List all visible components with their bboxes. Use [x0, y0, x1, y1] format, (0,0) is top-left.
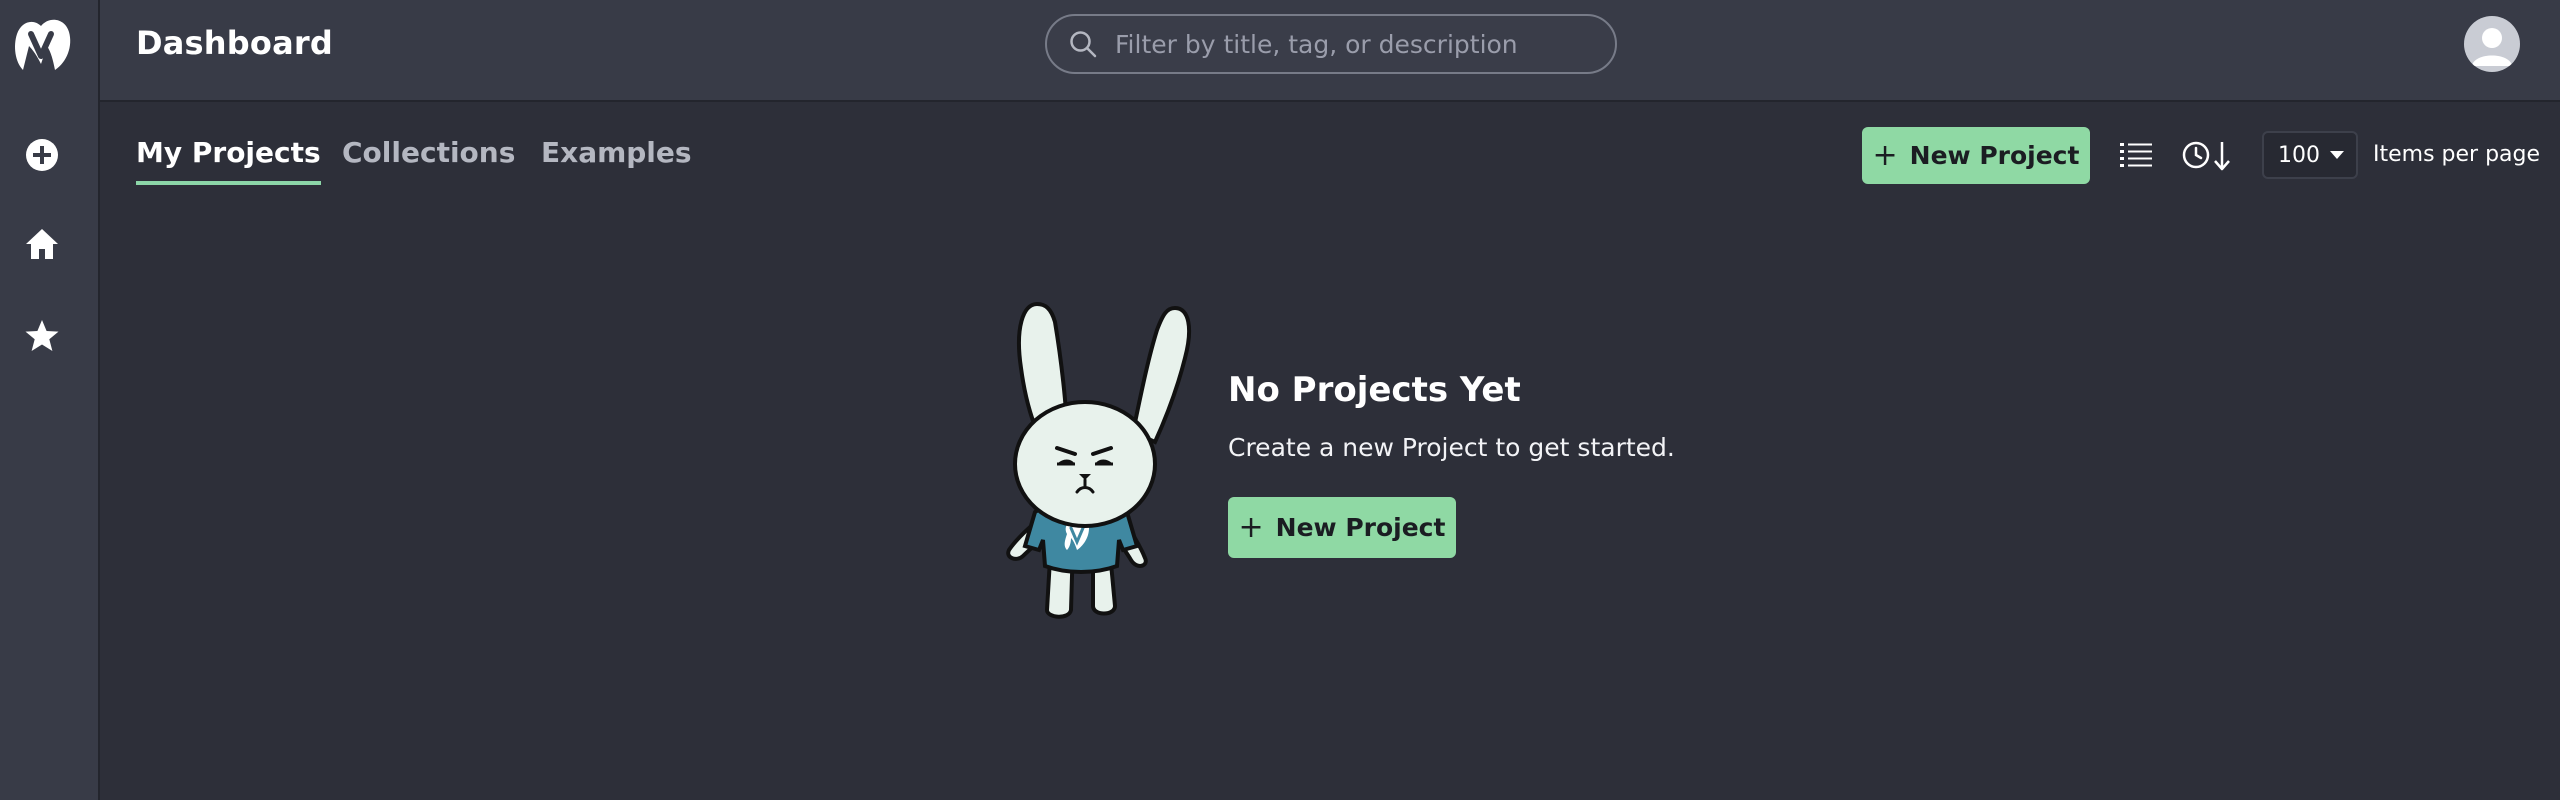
plus-icon: + [1238, 510, 1264, 545]
new-project-button[interactable]: + New Project [1862, 127, 2090, 184]
sidebar-item-favorites[interactable] [20, 314, 64, 358]
add-circle-icon [26, 139, 58, 171]
search-icon [1070, 31, 1097, 58]
sidebar-item-new[interactable] [20, 133, 64, 177]
star-icon [25, 320, 59, 351]
new-project-button-label: New Project [1909, 141, 2080, 170]
search-input[interactable] [1113, 28, 1595, 60]
list-view-button[interactable] [2116, 137, 2156, 173]
home-icon [26, 229, 58, 259]
top-header: Dashboard [100, 0, 2560, 102]
user-avatar[interactable] [2464, 16, 2520, 72]
sidebar-item-home[interactable] [20, 222, 64, 266]
items-per-page-select[interactable]: 100 [2262, 131, 2358, 179]
empty-state-new-project-button[interactable]: + New Project [1228, 497, 1456, 558]
tab-examples[interactable]: Examples [541, 136, 692, 181]
list-view-icon [2120, 143, 2152, 167]
page-title: Dashboard [136, 24, 333, 62]
sidebar [0, 0, 100, 800]
empty-state-button-label: New Project [1275, 513, 1446, 542]
plus-icon: + [1872, 138, 1898, 173]
empty-state-title: No Projects Yet [1228, 370, 1521, 410]
bunny-mascot-illustration [1006, 301, 1192, 619]
chevron-down-icon [2330, 151, 2344, 159]
items-per-page-label: Items per page [2373, 142, 2541, 167]
sort-button[interactable] [2180, 135, 2236, 175]
tab-collections[interactable]: Collections [342, 136, 515, 181]
items-per-page-value: 100 [2278, 142, 2320, 168]
app-logo-icon[interactable] [11, 16, 73, 74]
sort-by-recent-icon [2182, 141, 2230, 171]
search-box[interactable] [1045, 14, 1617, 74]
user-icon [2472, 28, 2512, 66]
empty-state-description: Create a new Project to get started. [1228, 433, 1675, 462]
tab-my-projects[interactable]: My Projects [136, 136, 321, 185]
